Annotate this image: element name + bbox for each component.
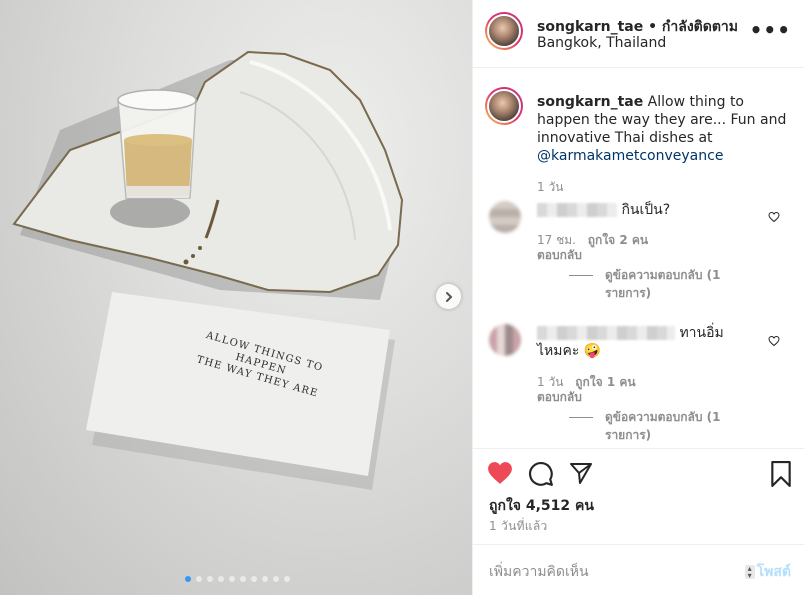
- carousel-dot: [273, 576, 279, 582]
- commenter-avatar[interactable]: [489, 201, 521, 233]
- gold-dot: [183, 259, 189, 265]
- post-label: โพสต์: [756, 564, 791, 580]
- comment-text: กินเป็น?: [537, 201, 763, 219]
- comment-body: กินเป็น?: [621, 202, 671, 218]
- comment-likes[interactable]: ถูกใจ 2 คน: [588, 233, 648, 247]
- heart-icon[interactable]: [487, 461, 513, 485]
- comment-time[interactable]: 17 ชม.: [537, 233, 576, 247]
- view-replies-button[interactable]: ดูข้อความตอบกลับ (1 รายการ): [569, 266, 769, 302]
- carousel-dot: [251, 576, 257, 582]
- comment-text: ทานอิ่ม ไหมคะ 🤪: [537, 324, 763, 360]
- next-photo-button[interactable]: [436, 284, 461, 309]
- post-actions: ถูกใจ 4,512 คน 1 วันที่แล้ว: [473, 448, 804, 544]
- comment-meta: 1 วัน ถูกใจ 1 คน ตอบกลับ: [537, 375, 727, 405]
- replies-divider: [569, 275, 593, 276]
- caption-username[interactable]: songkarn_tae: [537, 94, 643, 110]
- comment-input[interactable]: เพิ่มความคิดเห็น: [489, 561, 589, 583]
- more-options-button[interactable]: •••: [750, 20, 791, 40]
- blurred-username[interactable]: [537, 203, 617, 217]
- bookmark-icon[interactable]: [770, 461, 792, 487]
- location-link[interactable]: Bangkok, Thailand: [537, 35, 666, 51]
- likes-count[interactable]: ถูกใจ 4,512 คน: [489, 495, 594, 517]
- carousel-dot: [196, 576, 202, 582]
- gold-dot: [191, 254, 195, 258]
- carousel-dot: [207, 576, 213, 582]
- glass-rim: [117, 89, 197, 111]
- gold-dot: [198, 246, 202, 250]
- like-comment-heart-icon[interactable]: [768, 211, 780, 223]
- post-header: songkarn_tae • กำลังติดตาม Bangkok, Thai…: [473, 0, 804, 68]
- liquid-surface: [124, 134, 192, 146]
- blurred-username[interactable]: [537, 326, 675, 340]
- glass-base: [126, 186, 190, 198]
- post-timestamp[interactable]: 1 วันที่แล้ว: [489, 517, 548, 536]
- mention-link[interactable]: @karmakametconveyance: [537, 148, 723, 164]
- broken-plate: [12, 50, 404, 294]
- emoji: 🤪: [583, 343, 602, 359]
- replies-divider: [569, 417, 593, 418]
- text-cursor-icon: ▴ ▾: [744, 565, 755, 580]
- comment-time[interactable]: 1 วัน: [537, 375, 563, 389]
- comment-body-2: ไหมคะ: [537, 343, 580, 359]
- caption: songkarn_tae Allow thing to happen the w…: [537, 93, 787, 165]
- post-panel: songkarn_tae • กำลังติดตาม Bangkok, Thai…: [472, 0, 804, 595]
- following-button[interactable]: กำลังติดตาม: [662, 19, 738, 35]
- caption-time[interactable]: 1 วัน: [537, 178, 563, 197]
- photo-scene: [12, 50, 404, 490]
- view-replies-label: ดูข้อความตอบกลับ (1 รายการ): [605, 268, 721, 300]
- separator: •: [648, 19, 658, 35]
- carousel-dot: [185, 576, 191, 582]
- carousel-dot: [240, 576, 246, 582]
- caption-avatar[interactable]: [485, 87, 523, 125]
- carousel-dot: [218, 576, 224, 582]
- post-photo[interactable]: ALLOW THINGS TO HAPPEN THE WAY THEY ARE: [0, 0, 472, 595]
- carousel-dot: [262, 576, 268, 582]
- carousel-indicator: [185, 576, 290, 582]
- comment-meta: 17 ชม. ถูกใจ 2 คน ตอบกลับ: [537, 233, 727, 263]
- reply-button[interactable]: ตอบกลับ: [537, 390, 582, 404]
- post-comment-button[interactable]: ▴ ▾ โพสต์: [744, 561, 791, 583]
- comment-icon[interactable]: [528, 461, 554, 487]
- avatar[interactable]: [485, 12, 523, 50]
- carousel-dot: [284, 576, 290, 582]
- add-comment-bar: เพิ่มความคิดเห็น ▴ ▾ โพสต์: [473, 544, 804, 595]
- carousel-dot: [229, 576, 235, 582]
- glass-shadow: [110, 196, 190, 228]
- chevron-right-icon: [445, 291, 452, 302]
- view-replies-button[interactable]: ดูข้อความตอบกลับ (1 รายการ): [569, 408, 769, 444]
- like-comment-heart-icon[interactable]: [768, 335, 780, 347]
- view-replies-label: ดูข้อความตอบกลับ (1 รายการ): [605, 410, 721, 442]
- comment-body-1: ทานอิ่ม: [679, 325, 724, 341]
- share-icon[interactable]: [568, 461, 594, 485]
- username-link[interactable]: songkarn_tae: [537, 19, 643, 35]
- reply-button[interactable]: ตอบกลับ: [537, 248, 582, 262]
- commenter-avatar[interactable]: [489, 324, 521, 356]
- comment-likes[interactable]: ถูกใจ 1 คน: [575, 375, 635, 389]
